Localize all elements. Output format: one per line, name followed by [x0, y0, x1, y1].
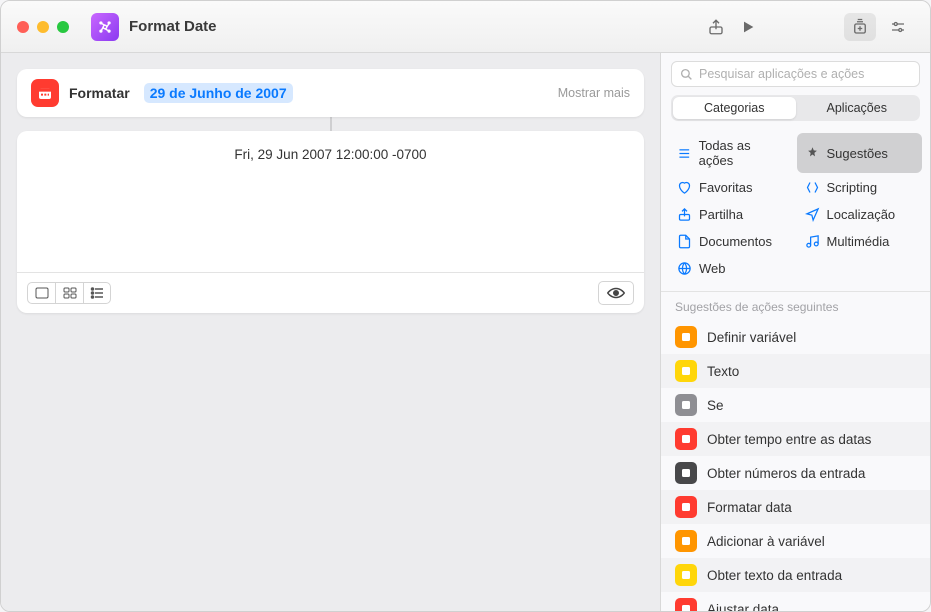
action-icon: [675, 462, 697, 484]
suggestion-label: Se: [707, 398, 724, 413]
search-input[interactable]: [699, 67, 911, 81]
tab-categories[interactable]: Categorias: [673, 97, 796, 119]
view-single-button[interactable]: [27, 282, 55, 304]
suggestion-item[interactable]: Definir variável: [661, 320, 930, 354]
suggestion-item[interactable]: Se: [661, 388, 930, 422]
category-web[interactable]: Web: [669, 256, 795, 281]
tab-apps[interactable]: Aplicações: [796, 97, 919, 119]
suggestion-label: Texto: [707, 364, 739, 379]
suggestion-item[interactable]: Texto: [661, 354, 930, 388]
category-scripting[interactable]: Scripting: [797, 175, 923, 200]
suggestions-header: Sugestões de ações seguintes: [661, 291, 930, 320]
shortcut-icon: [91, 13, 119, 41]
show-more-button[interactable]: Mostrar mais: [558, 86, 630, 100]
suggestion-item[interactable]: Adicionar à variável: [661, 524, 930, 558]
quick-look-button[interactable]: [598, 281, 634, 305]
suggestion-item[interactable]: Ajustar data: [661, 592, 930, 611]
share-button[interactable]: [700, 13, 732, 41]
result-text: Fri, 29 Jun 2007 12:00:00 -0700: [17, 131, 644, 272]
suggestion-item[interactable]: Obter números da entrada: [661, 456, 930, 490]
window-title: Format Date: [129, 18, 217, 35]
suggestion-label: Formatar data: [707, 500, 792, 515]
suggestion-item[interactable]: Obter tempo entre as datas: [661, 422, 930, 456]
editor-body: Formatar 29 de Junho de 2007 Mostrar mai…: [1, 53, 930, 611]
suggestion-label: Adicionar à variável: [707, 534, 825, 549]
date-token[interactable]: 29 de Junho de 2007: [144, 83, 293, 103]
shortcuts-window: Format Date Formatar 29 de Junho de: [0, 0, 931, 612]
action-icon: [675, 360, 697, 382]
action-icon: [675, 428, 697, 450]
titlebar: Format Date: [1, 1, 930, 53]
canvas-area: Formatar 29 de Junho de 2007 Mostrar mai…: [1, 53, 660, 611]
category-favorites[interactable]: Favoritas: [669, 175, 795, 200]
library-toggle-button[interactable]: [844, 13, 876, 41]
category-documents[interactable]: Documentos: [669, 229, 795, 254]
action-icon: [675, 530, 697, 552]
category-media[interactable]: Multimédia: [797, 229, 923, 254]
run-button[interactable]: [732, 13, 764, 41]
suggestion-label: Ajustar data: [707, 602, 779, 612]
category-all-actions[interactable]: Todas as ações: [669, 133, 795, 173]
connector: [17, 117, 644, 131]
result-toolbar: [17, 272, 644, 313]
view-grid-button[interactable]: [55, 282, 83, 304]
action-icon: [675, 394, 697, 416]
minimize-window-button[interactable]: [37, 21, 49, 33]
action-icon: [675, 496, 697, 518]
action-label: Formatar: [69, 85, 130, 101]
action-library: Categorias Aplicações Todas as ações Sug…: [660, 53, 930, 611]
suggestion-item[interactable]: Formatar data: [661, 490, 930, 524]
action-icon: [675, 598, 697, 611]
result-card: Fri, 29 Jun 2007 12:00:00 -0700: [17, 131, 644, 313]
traffic-lights: [17, 21, 69, 33]
action-icon: [675, 564, 697, 586]
suggestions-list: Definir variável Texto Se Obter tempo entre…: [661, 320, 930, 611]
library-tabs: Categorias Aplicações: [671, 95, 920, 121]
category-sharing[interactable]: Partilha: [669, 202, 795, 227]
settings-button[interactable]: [882, 13, 914, 41]
format-date-action[interactable]: Formatar 29 de Junho de 2007 Mostrar mai…: [17, 69, 644, 117]
suggestion-item[interactable]: Obter texto da entrada: [661, 558, 930, 592]
search-box[interactable]: [671, 61, 920, 87]
zoom-window-button[interactable]: [57, 21, 69, 33]
suggestion-label: Definir variável: [707, 330, 796, 345]
close-window-button[interactable]: [17, 21, 29, 33]
suggestion-label: Obter números da entrada: [707, 466, 865, 481]
category-grid: Todas as ações Sugestões Favoritas Scrip…: [661, 129, 930, 291]
category-suggestions[interactable]: Sugestões: [797, 133, 923, 173]
suggestion-label: Obter texto da entrada: [707, 568, 842, 583]
category-location[interactable]: Localização: [797, 202, 923, 227]
view-list-button[interactable]: [83, 282, 111, 304]
action-icon: [675, 326, 697, 348]
suggestion-label: Obter tempo entre as datas: [707, 432, 871, 447]
calendar-icon: [31, 79, 59, 107]
